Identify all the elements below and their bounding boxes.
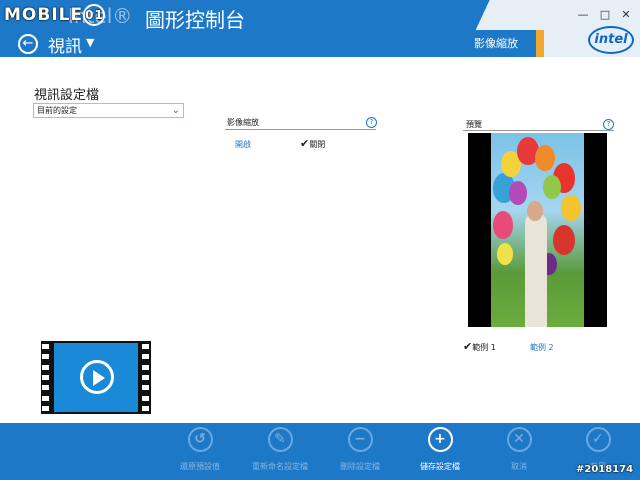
help-icon[interactable]: ?	[366, 117, 377, 128]
cancel-label: 取消	[511, 462, 527, 471]
check-icon: ✓	[585, 427, 611, 452]
scaling-option-on[interactable]: 開啟	[235, 139, 251, 150]
save-profile-button[interactable]: + 儲存設定檔	[400, 427, 480, 472]
preview-person	[525, 213, 547, 327]
scaling-section-title: 影像縮放	[227, 118, 259, 127]
brand-mark: 01	[83, 4, 106, 26]
rename-profile-label: 重新命名設定檔	[252, 462, 308, 471]
close-window-button[interactable]: ✕	[619, 8, 633, 21]
app-title: 圖形控制台	[145, 8, 245, 32]
minus-icon: −	[347, 427, 373, 452]
help-icon[interactable]: ?	[603, 119, 614, 130]
arrow-left-icon: ←	[22, 36, 34, 51]
video-play-icon	[41, 341, 151, 414]
cancel-button[interactable]: ✕ 取消	[479, 427, 559, 472]
maximize-button[interactable]: □	[598, 8, 612, 21]
section-title[interactable]: 視訊	[48, 32, 82, 57]
delete-profile-button[interactable]: − 刪除設定檔	[320, 427, 400, 472]
back-button[interactable]: ←	[18, 34, 38, 54]
restore-defaults-button[interactable]: ↺ 還原預設值	[160, 427, 240, 472]
check-icon: ✔	[463, 340, 473, 353]
film-screen	[54, 343, 138, 412]
play-icon	[80, 360, 114, 394]
scaling-divider	[225, 129, 376, 130]
brand-text: MOBILE	[4, 5, 84, 25]
profile-panel-title: 視訊設定檔	[34, 88, 100, 103]
app-window: Intel® MOBILE 01 圖形控制台 ← 視訊 ▼ 影像縮放 — □ ✕ …	[0, 0, 640, 480]
preview-divider	[463, 130, 614, 131]
tab-accent-marker	[536, 30, 544, 57]
delete-profile-label: 刪除設定檔	[340, 462, 380, 471]
chevron-down-icon: ⌄	[171, 105, 180, 116]
minimize-button[interactable]: —	[576, 8, 590, 21]
pencil-icon: ✎	[267, 427, 293, 452]
header-bar: Intel® MOBILE 01 圖形控制台 ← 視訊 ▼ 影像縮放	[0, 0, 640, 57]
rename-profile-button[interactable]: ✎ 重新命名設定檔	[240, 427, 320, 472]
film-holes-right	[142, 344, 150, 411]
close-icon: ✕	[506, 427, 532, 452]
profile-dropdown-value: 目前的設定	[37, 106, 77, 115]
preview-image-frame	[468, 133, 607, 327]
check-icon: ✔	[300, 137, 310, 150]
preview-example-1-label: 範例 1	[472, 343, 496, 352]
profile-dropdown[interactable]: 目前的設定 ⌄	[33, 103, 184, 118]
preview-section-title: 預覽	[466, 120, 482, 129]
preview-balloons-image	[491, 133, 584, 327]
brand-watermark: MOBILE 01	[4, 4, 106, 26]
watermark-id: #2018174	[576, 464, 634, 475]
restore-defaults-label: 還原預設值	[180, 462, 220, 471]
scaling-option-off-label: 關閉	[309, 140, 326, 149]
save-profile-label: 儲存設定檔	[420, 462, 460, 471]
preview-example-1[interactable]: ✔範例 1	[463, 340, 496, 353]
preview-example-2[interactable]: 範例 2	[530, 342, 554, 353]
undo-icon: ↺	[187, 427, 213, 452]
bottom-toolbar: ↺ 還原預設值 ✎ 重新命名設定檔 − 刪除設定檔 + 儲存設定檔 ✕ 取消 ✓…	[0, 423, 640, 480]
chevron-down-icon[interactable]: ▼	[86, 36, 94, 49]
film-holes-left	[42, 344, 50, 411]
tab-image-scaling[interactable]: 影像縮放	[472, 34, 542, 57]
preview-face	[527, 201, 543, 221]
plus-icon: +	[427, 427, 453, 452]
intel-logo: intel	[588, 26, 634, 54]
scaling-option-off[interactable]: ✔關閉	[300, 137, 325, 150]
